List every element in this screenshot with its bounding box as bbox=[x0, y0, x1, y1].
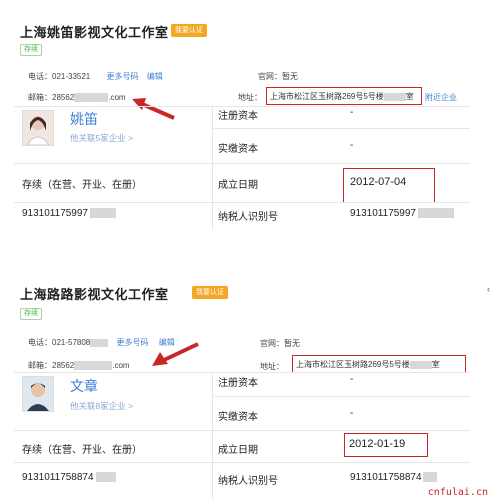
taxpayer-label: 纳税人识别号 bbox=[218, 476, 278, 487]
address-label: 地址： bbox=[260, 362, 284, 371]
red-arrow-icon bbox=[152, 342, 199, 366]
address-end: 室 bbox=[431, 360, 440, 369]
taxpayer-value-text: 913101175997 bbox=[350, 208, 416, 219]
certify-badge[interactable]: 我要认证 bbox=[192, 286, 228, 299]
divider bbox=[212, 372, 213, 500]
divider bbox=[14, 430, 470, 431]
website-value: 暂无 bbox=[282, 72, 298, 81]
established-value: 2012-07-04 bbox=[350, 176, 407, 188]
taxpayer-value: 913101175997 bbox=[350, 208, 454, 219]
more-numbers-link[interactable]: 更多号码 bbox=[117, 338, 149, 347]
person-name[interactable]: 文章 bbox=[70, 376, 98, 396]
divider bbox=[212, 128, 470, 129]
phone-label: 电话： bbox=[28, 72, 52, 81]
divider bbox=[212, 396, 470, 397]
related-companies-link[interactable]: 他关联5家企业 > bbox=[70, 132, 133, 144]
reg-capital-value: - bbox=[350, 374, 354, 385]
email-prefix: 28562 bbox=[52, 93, 75, 102]
address-value: 上海市松江区玉树路269号5号楼 室 bbox=[296, 359, 440, 370]
reg-capital-label: 注册资本 bbox=[218, 378, 258, 389]
divider bbox=[14, 462, 470, 463]
credit-code: 9131011758874 bbox=[22, 472, 116, 483]
company-title[interactable]: 上海路路影视文化工作室 bbox=[20, 284, 169, 303]
avatar[interactable] bbox=[22, 376, 54, 412]
credit-code: 913101175997 bbox=[22, 208, 116, 219]
address-end: 室 bbox=[405, 92, 414, 101]
reg-capital-label: 注册资本 bbox=[218, 111, 258, 122]
established-label: 成立日期 bbox=[218, 445, 258, 456]
phone-label: 电话： bbox=[28, 338, 52, 347]
email-prefix: 28562 bbox=[52, 361, 75, 370]
status-tag: 存续 bbox=[20, 44, 42, 56]
established-label: 成立日期 bbox=[218, 180, 258, 191]
redacted-block bbox=[422, 472, 437, 483]
email-suffix: .com bbox=[108, 93, 126, 102]
divider bbox=[14, 202, 470, 203]
email-label: 邮箱： bbox=[28, 361, 52, 370]
redacted-block bbox=[383, 92, 406, 101]
website-label: 官网： bbox=[258, 72, 282, 81]
phone-row: 电话：021-33521 更多号码 编辑 bbox=[28, 71, 163, 82]
website-label: 官网： bbox=[260, 339, 284, 348]
redacted-block bbox=[418, 208, 454, 219]
redacted-block bbox=[409, 360, 432, 369]
address-text: 上海市松江区玉树路269号5号楼 bbox=[296, 360, 410, 369]
person-name[interactable]: 姚笛 bbox=[70, 109, 98, 129]
redacted-block bbox=[74, 361, 113, 371]
taxpayer-label: 纳税人识别号 bbox=[218, 212, 278, 223]
established-value: 2012-01-19 bbox=[349, 438, 406, 450]
redacted-block bbox=[90, 208, 116, 219]
taxpayer-value: 9131011758874 bbox=[350, 472, 437, 483]
red-arrow-icon bbox=[132, 98, 175, 120]
certify-badge[interactable]: 我要认证 bbox=[171, 24, 207, 37]
paid-capital-label: 实缴资本 bbox=[218, 144, 258, 155]
redacted-block bbox=[74, 93, 109, 103]
more-numbers-link[interactable]: 更多号码 bbox=[107, 72, 139, 81]
email-label: 邮箱： bbox=[28, 93, 52, 102]
status-tag: 存续 bbox=[20, 308, 42, 320]
email-row: 邮箱：28562 .com bbox=[28, 360, 130, 371]
address-text: 上海市松江区玉树路269号5号楼 bbox=[270, 92, 384, 101]
address-label: 地址： bbox=[238, 93, 262, 102]
address-value: 上海市松江区玉树路269号5号楼 室 bbox=[270, 91, 414, 102]
business-state: 存续（在营、开业、在册） bbox=[22, 445, 142, 456]
avatar[interactable] bbox=[22, 110, 54, 146]
credit-code-text: 9131011758874 bbox=[22, 472, 94, 483]
company-title[interactable]: 上海姚笛影视文化工作室 bbox=[20, 22, 169, 41]
phone-value: 021-57808 bbox=[52, 338, 91, 347]
edit-link[interactable]: 编辑 bbox=[147, 72, 163, 81]
divider bbox=[212, 106, 213, 230]
paid-capital-value: - bbox=[350, 140, 354, 151]
website-row: 官网：暂无 bbox=[260, 338, 300, 349]
scroll-marker-icon: ‹ bbox=[487, 284, 490, 294]
redacted-block bbox=[95, 472, 116, 483]
website-value: 暂无 bbox=[284, 339, 300, 348]
business-state: 存续（在营、开业、在册） bbox=[22, 180, 142, 191]
redacted-block bbox=[90, 338, 109, 347]
phone-value: 021-33521 bbox=[52, 72, 91, 81]
paid-capital-value: - bbox=[350, 408, 354, 419]
taxpayer-value-text: 9131011758874 bbox=[350, 472, 422, 483]
paid-capital-label: 实缴资本 bbox=[218, 412, 258, 423]
credit-code-text: 913101175997 bbox=[22, 208, 88, 219]
website-row: 官网：暂无 bbox=[258, 71, 298, 82]
nearby-link[interactable]: 附近企业 bbox=[425, 92, 457, 103]
reg-capital-value: - bbox=[350, 107, 354, 118]
related-companies-link[interactable]: 他关联8家企业 > bbox=[70, 400, 133, 412]
divider bbox=[14, 372, 470, 373]
watermark: cnfulai.cn bbox=[427, 487, 488, 498]
divider bbox=[14, 163, 470, 164]
email-row: 邮箱：28562 .com bbox=[28, 92, 126, 103]
email-suffix: .com bbox=[112, 361, 130, 370]
